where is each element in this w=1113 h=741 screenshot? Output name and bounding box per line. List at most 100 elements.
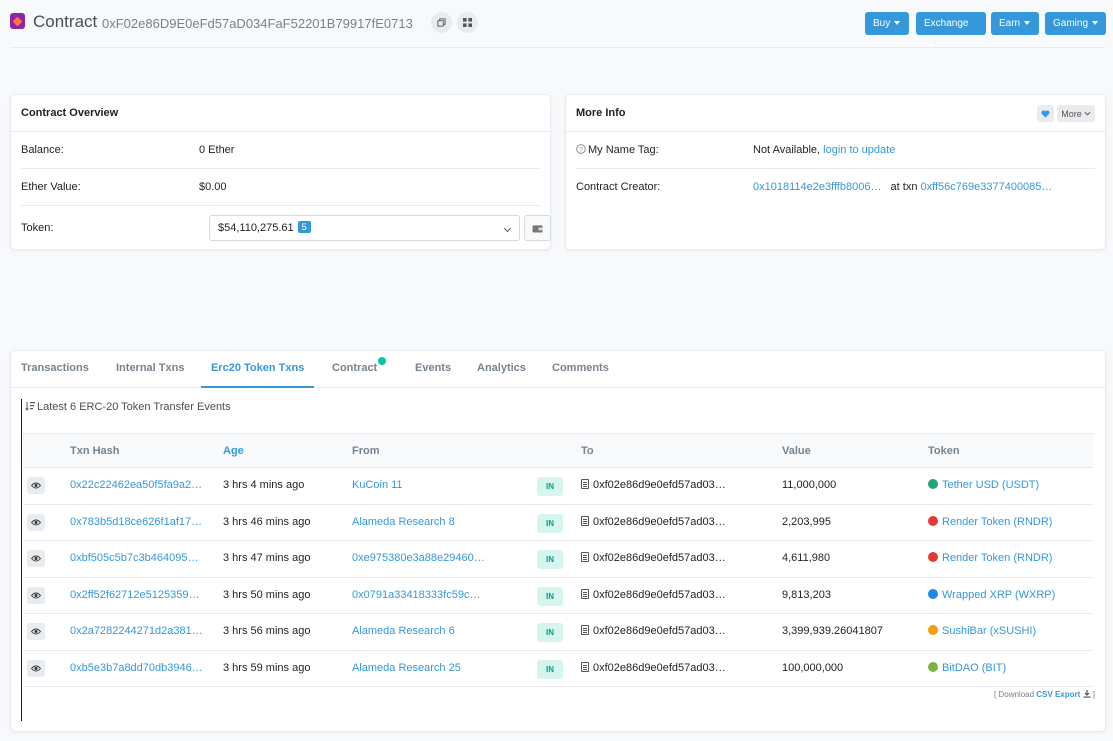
tab-bar: Transactions Internal Txns Erc20 Token T… bbox=[11, 351, 1105, 388]
to-address-cell: 0xf02e86d9e0efd57ad03… bbox=[581, 661, 726, 674]
from-address-link[interactable]: Alameda Research 25 bbox=[352, 662, 461, 674]
download-icon bbox=[1083, 690, 1091, 698]
help-circle-icon: ? bbox=[576, 144, 586, 154]
eye-icon bbox=[31, 592, 41, 598]
creator-txn-link[interactable]: 0xff56c769e3377400085… bbox=[921, 181, 1053, 193]
token-holdings-dropdown[interactable]: $54,110,275.61 5 bbox=[209, 215, 520, 241]
token-logo-icon bbox=[928, 661, 938, 672]
chevron-down-icon bbox=[894, 21, 901, 26]
table-title-text: Latest 6 ERC-20 Token Transfer Events bbox=[37, 401, 231, 413]
from-address-link[interactable]: Alameda Research 8 bbox=[352, 516, 455, 528]
view-details-button[interactable] bbox=[27, 513, 45, 531]
age-cell: 3 hrs 56 mins ago bbox=[223, 625, 311, 637]
txn-hash-link[interactable]: 0x783b5d18ce626f1af17… bbox=[70, 516, 202, 528]
value-cell: 11,000,000 bbox=[782, 479, 837, 491]
csv-export-label: CSV Export bbox=[1036, 690, 1081, 699]
chevron-down-icon bbox=[928, 44, 934, 49]
ether-value: $0.00 bbox=[199, 181, 227, 193]
wallet-icon bbox=[532, 224, 543, 233]
name-tag-row: ? My Name Tag: Not Available, login to up… bbox=[576, 132, 1095, 169]
contract-file-icon bbox=[581, 515, 589, 526]
txn-hash-link[interactable]: 0x2a7282244271d2a381… bbox=[70, 625, 203, 637]
column-token: Token bbox=[928, 445, 960, 457]
token-link[interactable]: Render Token (RNDR) bbox=[942, 552, 1052, 564]
txn-hash-link[interactable]: 0xbf505c5b7c3b464095… bbox=[70, 552, 198, 564]
txn-hash-link[interactable]: 0x2ff52f62712e5125359… bbox=[70, 589, 199, 601]
buy-label: Buy bbox=[873, 18, 891, 29]
gaming-menu-button[interactable]: Gaming bbox=[1045, 12, 1106, 35]
token-link[interactable]: BitDAO (BIT) bbox=[942, 662, 1006, 674]
table-title: Latest 6 ERC-20 Token Transfer Events bbox=[25, 401, 231, 413]
token-cell: Render Token (RNDR) bbox=[928, 515, 1052, 528]
gaming-label: Gaming bbox=[1053, 18, 1089, 29]
chevron-down-icon bbox=[1092, 21, 1099, 26]
token-link[interactable]: Wrapped XRP (WXRP) bbox=[942, 589, 1055, 601]
tab-analytics[interactable]: Analytics bbox=[477, 351, 526, 388]
view-details-button[interactable] bbox=[27, 550, 45, 567]
table-header: Txn Hash Age From To Value Token bbox=[23, 433, 1093, 468]
name-tag-label-wrap: ? My Name Tag: bbox=[576, 144, 659, 156]
age-cell: 3 hrs 50 mins ago bbox=[223, 588, 311, 601]
to-address-cell: 0xf02e86d9e0efd57ad03… bbox=[581, 625, 726, 637]
table-row: 0x783b5d18ce626f1af17… 3 hrs 46 mins ago… bbox=[23, 505, 1093, 541]
name-tag-value-wrap: Not Available, login to update bbox=[753, 144, 895, 156]
view-details-button[interactable] bbox=[27, 623, 45, 640]
creator-value-wrap: 0x1018114e2e3fffb8006… at txn 0xff56c769… bbox=[753, 181, 1052, 193]
tab-internal-txns[interactable]: Internal Txns bbox=[116, 351, 184, 388]
column-value: Value bbox=[782, 445, 811, 457]
from-address-link[interactable]: 0xe975380e3a88e29460… bbox=[352, 552, 485, 564]
creator-address-link[interactable]: 0x1018114e2e3fffb8006… bbox=[753, 181, 881, 193]
copy-address-button[interactable] bbox=[431, 12, 452, 33]
heart-icon bbox=[1041, 109, 1050, 118]
txn-hash-link[interactable]: 0x22c22462ea50f5fa9a2… bbox=[70, 479, 202, 491]
qr-code-icon bbox=[463, 18, 472, 27]
tab-transactions[interactable]: Transactions bbox=[21, 351, 89, 388]
token-link[interactable]: Tether USD (USDT) bbox=[942, 479, 1039, 491]
ether-value-label: Ether Value: bbox=[21, 181, 81, 193]
direction-badge: IN bbox=[537, 550, 563, 569]
tab-erc20-token-txns[interactable]: Erc20 Token Txns bbox=[201, 351, 315, 388]
earn-menu-button[interactable]: Earn bbox=[991, 12, 1039, 35]
more-info-card: More Info More ? My Name Tag: Not Availab… bbox=[565, 94, 1106, 250]
more-options-button[interactable]: More bbox=[1057, 105, 1095, 122]
from-address-link[interactable]: Alameda Research 6 bbox=[352, 625, 455, 637]
from-address-link[interactable]: 0x0791a33418333fc59c… bbox=[352, 589, 480, 601]
tab-events[interactable]: Events bbox=[415, 351, 451, 388]
token-link[interactable]: Render Token (RNDR) bbox=[942, 516, 1052, 528]
value-cell: 4,611,980 bbox=[782, 552, 831, 564]
download-suffix: ] bbox=[1092, 690, 1095, 699]
login-to-update-link[interactable]: login to update bbox=[823, 144, 895, 156]
token-wallet-button[interactable] bbox=[524, 215, 551, 241]
token-link[interactable]: SushiBar (xSUSHI) bbox=[942, 625, 1036, 637]
tab-contract[interactable]: Contract bbox=[332, 351, 387, 388]
eye-icon bbox=[31, 665, 41, 671]
to-address-cell: 0xf02e86d9e0efd57ad03… bbox=[581, 515, 726, 528]
eye-icon bbox=[31, 628, 41, 635]
direction-badge: IN bbox=[537, 477, 563, 496]
token-cell: Wrapped XRP (WXRP) bbox=[928, 588, 1055, 601]
column-age[interactable]: Age bbox=[223, 445, 244, 457]
tab-comments[interactable]: Comments bbox=[552, 351, 609, 388]
view-details-button[interactable] bbox=[27, 586, 45, 604]
direction-badge: IN bbox=[537, 623, 563, 642]
sort-amount-icon bbox=[25, 402, 35, 411]
favorite-button[interactable] bbox=[1037, 105, 1054, 122]
view-details-button[interactable] bbox=[27, 477, 45, 494]
buy-menu-button[interactable]: Buy bbox=[865, 12, 909, 35]
token-logo-icon bbox=[928, 588, 938, 599]
transactions-card: Transactions Internal Txns Erc20 Token T… bbox=[10, 350, 1106, 732]
chevron-down-icon bbox=[1084, 111, 1091, 116]
download-prefix: [ Download bbox=[994, 690, 1035, 699]
from-address-link[interactable]: KuCoin 11 bbox=[352, 479, 403, 491]
to-address-cell: 0xf02e86d9e0efd57ad03… bbox=[581, 552, 726, 564]
view-details-button[interactable] bbox=[27, 659, 45, 677]
value-cell: 2,203,995 bbox=[782, 515, 831, 528]
qr-code-button[interactable] bbox=[457, 12, 478, 33]
direction-badge: IN bbox=[537, 659, 563, 679]
csv-export-link[interactable]: CSV Export bbox=[1036, 690, 1092, 699]
contract-file-icon bbox=[581, 479, 589, 489]
txn-hash-link[interactable]: 0xb5e3b7a8dd70db3946… bbox=[70, 662, 203, 674]
exchange-menu-button[interactable]: Exchange bbox=[916, 12, 986, 49]
token-row: Token: $54,110,275.61 5 bbox=[21, 206, 551, 250]
exchange-label: Exchange bbox=[924, 18, 969, 29]
